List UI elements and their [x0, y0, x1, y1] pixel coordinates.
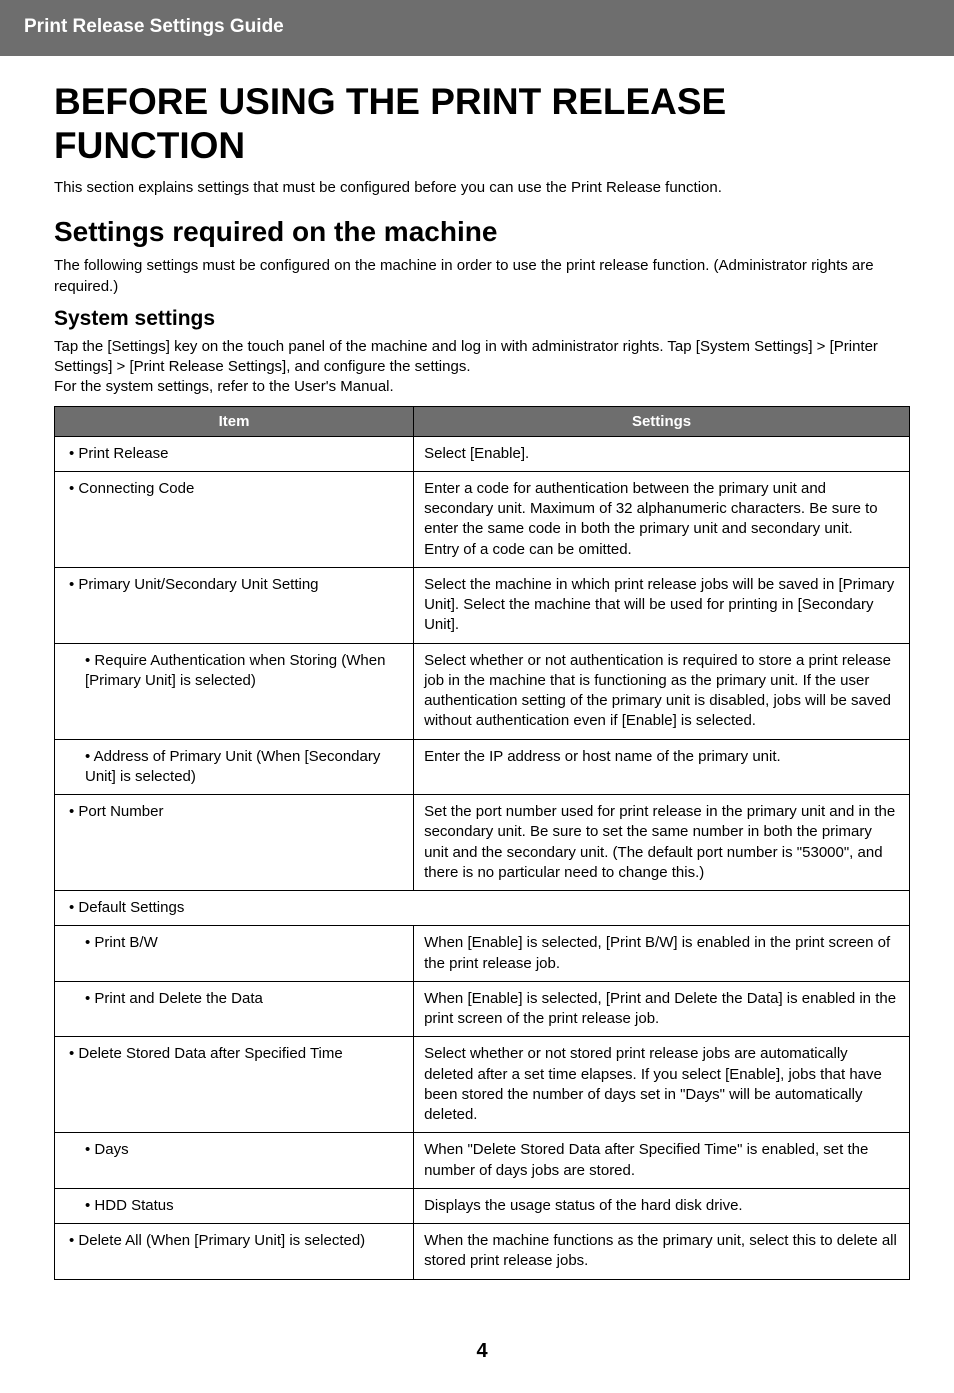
intro-paragraph: This section explains settings that must…: [54, 179, 910, 196]
table-header-row: Item Settings: [55, 406, 910, 436]
subsection-body-system-settings: Tap the [Settings] key on the touch pane…: [54, 337, 910, 398]
table-cell-item: Primary Unit/Secondary Unit Setting: [55, 567, 414, 643]
table-row: Connecting CodeEnter a code for authenti…: [55, 471, 910, 567]
table-row: Print and Delete the DataWhen [Enable] i…: [55, 981, 910, 1037]
table-cell-settings: When the machine functions as the primar…: [414, 1224, 910, 1280]
subsection-heading-system-settings: System settings: [54, 307, 910, 331]
table-cell-settings: Select the machine in which print releas…: [414, 567, 910, 643]
table-cell-item: Print and Delete the Data: [55, 981, 414, 1037]
table-header-item: Item: [55, 406, 414, 436]
table-cell-item: Days: [55, 1133, 414, 1189]
table-cell-item: Require Authentication when Storing (Whe…: [55, 643, 414, 739]
table-cell-settings: Select whether or not stored print relea…: [414, 1037, 910, 1133]
table-row: Require Authentication when Storing (Whe…: [55, 643, 910, 739]
table-row: Print B/WWhen [Enable] is selected, [Pri…: [55, 926, 910, 982]
section-heading-settings-required: Settings required on the machine: [54, 216, 910, 248]
settings-table: Item Settings Print ReleaseSelect [Enabl…: [54, 406, 910, 1280]
table-cell-item: Port Number: [55, 795, 414, 891]
table-cell-settings: When "Delete Stored Data after Specified…: [414, 1133, 910, 1189]
table-row: Primary Unit/Secondary Unit SettingSelec…: [55, 567, 910, 643]
page-number: 4: [54, 1340, 910, 1393]
table-cell-settings: Displays the usage status of the hard di…: [414, 1188, 910, 1223]
table-cell-item: Print B/W: [55, 926, 414, 982]
table-cell-settings: Select [Enable].: [414, 436, 910, 471]
table-row: Delete Stored Data after Specified TimeS…: [55, 1037, 910, 1133]
table-cell-settings: Set the port number used for print relea…: [414, 795, 910, 891]
table-cell-item: Default Settings: [55, 891, 910, 926]
table-row: DaysWhen "Delete Stored Data after Speci…: [55, 1133, 910, 1189]
table-cell-item: HDD Status: [55, 1188, 414, 1223]
table-cell-item: Delete All (When [Primary Unit] is selec…: [55, 1224, 414, 1280]
table-cell-settings: When [Enable] is selected, [Print and De…: [414, 981, 910, 1037]
table-row: Delete All (When [Primary Unit] is selec…: [55, 1224, 910, 1280]
table-cell-item: Address of Primary Unit (When [Secondary…: [55, 739, 414, 795]
table-cell-item: Connecting Code: [55, 471, 414, 567]
table-row: Print ReleaseSelect [Enable].: [55, 436, 910, 471]
section-body-settings-required: The following settings must be configure…: [54, 256, 910, 297]
page-content: BEFORE USING THE PRINT RELEASE FUNCTION …: [0, 56, 954, 1393]
table-cell-settings: Enter a code for authentication between …: [414, 471, 910, 567]
table-row: Port NumberSet the port number used for …: [55, 795, 910, 891]
table-cell-settings: When [Enable] is selected, [Print B/W] i…: [414, 926, 910, 982]
table-cell-item: Delete Stored Data after Specified Time: [55, 1037, 414, 1133]
table-cell-item: Print Release: [55, 436, 414, 471]
table-cell-settings: Select whether or not authentication is …: [414, 643, 910, 739]
table-row: Default Settings: [55, 891, 910, 926]
page-title: BEFORE USING THE PRINT RELEASE FUNCTION: [54, 80, 910, 167]
table-row: HDD StatusDisplays the usage status of t…: [55, 1188, 910, 1223]
table-cell-settings: Enter the IP address or host name of the…: [414, 739, 910, 795]
table-header-settings: Settings: [414, 406, 910, 436]
document-header: Print Release Settings Guide: [0, 0, 954, 56]
table-row: Address of Primary Unit (When [Secondary…: [55, 739, 910, 795]
